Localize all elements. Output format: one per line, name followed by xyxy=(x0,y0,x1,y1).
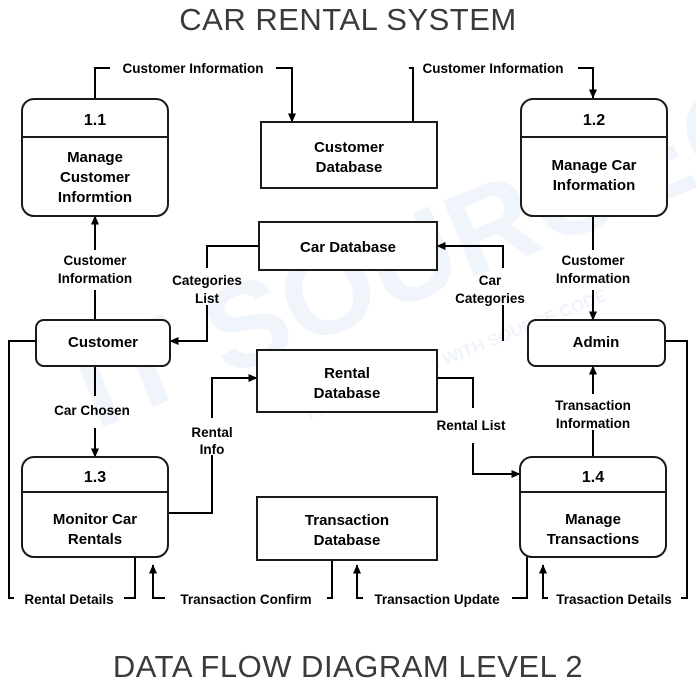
flow-label-text: Customer Information xyxy=(122,61,263,76)
flow-label-text: Trasaction Details xyxy=(556,592,672,607)
datastore-label-line2: Database xyxy=(314,385,381,402)
flow-line-f9-b xyxy=(472,443,521,478)
entity-label: Customer xyxy=(68,334,138,351)
flow-label-text-line2: Information xyxy=(58,271,132,286)
flow-line-f1-b xyxy=(276,67,296,123)
flow-label-f9: Rental List xyxy=(436,418,506,433)
flow-label-text: Transaction Update xyxy=(374,592,500,607)
datastore-rental-database[interactable]: Rental Database xyxy=(256,349,438,413)
process-label-line1: Manage xyxy=(565,511,621,528)
flow-label-text-line2: List xyxy=(195,291,220,306)
process-number: 1.2 xyxy=(583,112,605,129)
flow-line-f12-a xyxy=(327,560,333,599)
flow-label-f14: Trasaction Details xyxy=(556,592,672,607)
flow-line-f2-a xyxy=(409,67,414,122)
page-title-top: CAR RENTAL SYSTEM xyxy=(179,2,517,37)
flow-label-text-line2: Info xyxy=(200,442,225,457)
process-label-line2: Customer xyxy=(60,169,130,186)
flow-label-text-line1: Rental xyxy=(191,425,232,440)
process-1-2[interactable]: 1.2 Manage Car Information xyxy=(520,98,668,217)
process-number: 1.1 xyxy=(84,112,106,129)
page-title-bottom: DATA FLOW DIAGRAM LEVEL 2 xyxy=(113,649,583,684)
process-label-line2: Transactions xyxy=(547,531,640,548)
datastore-label-line1: Transaction xyxy=(305,512,389,529)
flow-label-f8: Rental Info xyxy=(191,425,232,457)
flow-label-f2: Customer Information xyxy=(422,61,563,76)
flow-line-f11-a xyxy=(124,557,136,599)
datastore-car-database[interactable]: Car Database xyxy=(258,221,438,271)
flow-label-text-line1: Transaction xyxy=(555,398,631,413)
process-label-line3: Informtion xyxy=(58,189,132,206)
process-number: 1.4 xyxy=(582,469,604,486)
process-1-1[interactable]: 1.1 Manage Customer Informtion xyxy=(21,98,169,217)
flow-label-text-line2: Information xyxy=(556,271,630,286)
flow-line-f13-b xyxy=(353,564,363,599)
flow-label-text-line2: Categories xyxy=(455,291,525,306)
flow-label-f1: Customer Information xyxy=(122,61,263,76)
flow-label-text-line1: Categories xyxy=(172,273,242,288)
flow-label-text-line1: Car xyxy=(479,273,502,288)
dfd-svg: IT SOURCECODE FREE PROJECTS WITH SOURCE … xyxy=(8,0,696,684)
flow-line-f14-a xyxy=(665,340,688,599)
flow-label-f12: Transaction Confirm xyxy=(180,592,311,607)
entity-admin[interactable]: Admin xyxy=(527,319,666,367)
datastore-transaction-database[interactable]: Transaction Database xyxy=(256,496,438,561)
flow-line-f14-b xyxy=(539,564,548,599)
flow-label-text: Rental Details xyxy=(24,592,113,607)
process-label-line2: Information xyxy=(553,177,636,194)
flow-line-f8-a xyxy=(165,455,213,514)
datastore-label-line1: Car Database xyxy=(300,239,396,256)
flow-line-f12-b xyxy=(149,564,165,599)
process-1-3[interactable]: 1.3 Monitor Car Rentals xyxy=(21,456,169,558)
entity-customer[interactable]: Customer xyxy=(35,319,171,367)
flow-label-f7: Car Chosen xyxy=(54,403,130,418)
process-label-line1: Manage xyxy=(67,149,123,166)
flow-line-f1-a xyxy=(94,67,110,98)
flow-label-f3: Customer Information xyxy=(58,253,132,286)
datastore-label-line2: Database xyxy=(314,532,381,549)
flow-label-f11: Rental Details xyxy=(24,592,113,607)
flow-label-f10: Transaction Information xyxy=(555,398,631,431)
process-number: 1.3 xyxy=(84,469,106,486)
datastore-label-line1: Rental xyxy=(324,365,370,382)
process-label-line1: Monitor Car xyxy=(53,511,137,528)
flow-label-text-line2: Information xyxy=(556,416,630,431)
process-label-line2: Rentals xyxy=(68,531,122,548)
flow-label-text: Car Chosen xyxy=(54,403,130,418)
process-label-line1: Manage Car xyxy=(551,157,636,174)
flow-line-f13-a xyxy=(512,557,528,599)
datastore-customer-database[interactable]: Customer Database xyxy=(260,121,438,189)
datastore-label-line2: Database xyxy=(316,159,383,176)
diagram-canvas: IT SOURCECODE FREE PROJECTS WITH SOURCE … xyxy=(0,0,696,696)
flow-label-text: Transaction Confirm xyxy=(180,592,311,607)
flow-line-f9-a xyxy=(437,377,474,408)
flow-label-text-line1: Customer xyxy=(63,253,127,268)
flow-label-text: Rental List xyxy=(436,418,506,433)
flow-label-f4: Customer Information xyxy=(556,253,630,286)
flow-label-f13: Transaction Update xyxy=(374,592,500,607)
flow-label-text: Customer Information xyxy=(422,61,563,76)
datastore-label-line1: Customer xyxy=(314,139,384,156)
flow-line-f2-b xyxy=(578,67,597,99)
flow-label-text-line1: Customer xyxy=(561,253,625,268)
process-1-4[interactable]: 1.4 Manage Transactions xyxy=(519,456,667,558)
entity-label: Admin xyxy=(573,334,620,351)
